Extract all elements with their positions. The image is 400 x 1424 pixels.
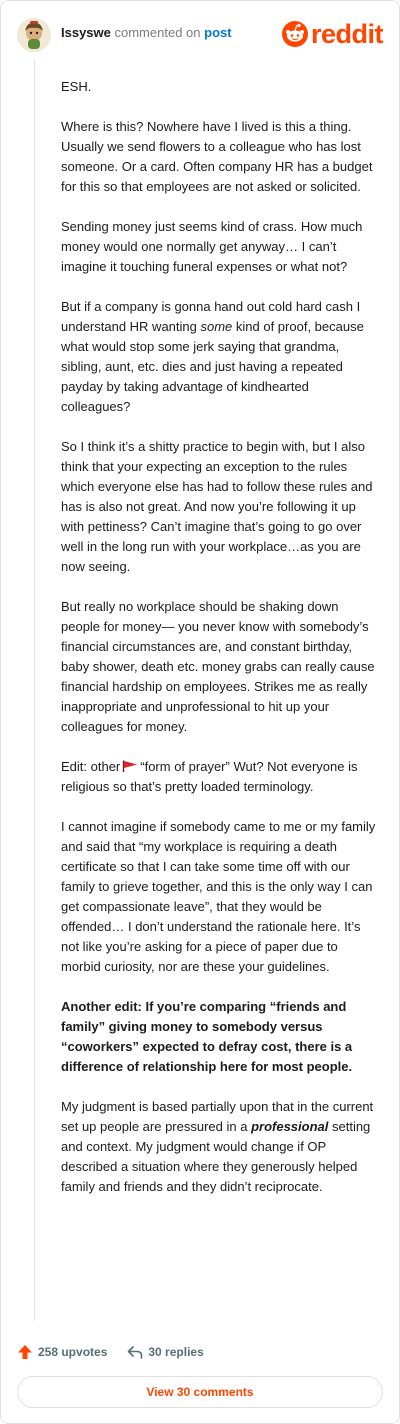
comment-card: Issyswe commented on post reddit ESH. Wh…	[0, 0, 400, 1424]
username[interactable]: Issyswe	[61, 25, 111, 40]
reddit-logo-icon	[281, 21, 308, 47]
paragraph-4: But if a company is gonna hand out cold …	[61, 297, 376, 417]
paragraph-6: But really no workplace should be shakin…	[61, 599, 375, 734]
paragraph-9: Another edit: If you’re comparing “frien…	[61, 999, 353, 1074]
upvote-count: 258 upvotes	[38, 1345, 108, 1359]
paragraph-7: Edit: other “form of prayer” Wut? Not eve…	[61, 757, 376, 797]
post-link[interactable]: post	[204, 25, 231, 40]
upvote-button[interactable]: 258 upvotes	[17, 1344, 107, 1360]
view-comments-button[interactable]: View 30 comments	[17, 1376, 383, 1408]
red-flag-icon	[123, 760, 138, 772]
reddit-logo[interactable]: reddit	[281, 19, 384, 49]
avatar[interactable]	[17, 18, 51, 52]
comment-actions: 258 upvotes 30 replies	[17, 1341, 204, 1363]
avatar-image	[17, 18, 51, 52]
paragraph-10-emphasis: professional	[251, 1119, 329, 1134]
upvote-arrow-icon	[18, 1345, 32, 1359]
paragraph-2: Where is this? Nowhere have I lived is t…	[61, 119, 373, 194]
paragraph-7-text-a: Edit: other	[61, 759, 121, 774]
paragraph-5: So I think it’s a shitty practice to beg…	[61, 439, 373, 574]
reply-count: 30 replies	[148, 1345, 204, 1359]
reply-arrow-icon	[128, 1346, 143, 1359]
comment-body: ESH. Where is this? Nowhere have I lived…	[61, 77, 376, 1197]
reddit-wordmark: reddit	[310, 19, 384, 49]
comment-header: Issyswe commented on post reddit	[17, 17, 384, 53]
paragraph-8: I cannot imagine if somebody came to me …	[61, 819, 376, 974]
paragraph-10: My judgment is based partially upon that…	[61, 1097, 376, 1197]
commented-on-text: commented on	[114, 25, 201, 40]
paragraph-4-emphasis: some	[200, 319, 233, 334]
reply-button[interactable]: 30 replies	[127, 1344, 204, 1360]
thread-line[interactable]	[34, 59, 35, 1321]
paragraph-1: ESH.	[61, 79, 92, 94]
paragraph-3: Sending money just seems kind of crass. …	[61, 219, 363, 274]
comment-meta: Issyswe commented on post	[61, 24, 232, 42]
